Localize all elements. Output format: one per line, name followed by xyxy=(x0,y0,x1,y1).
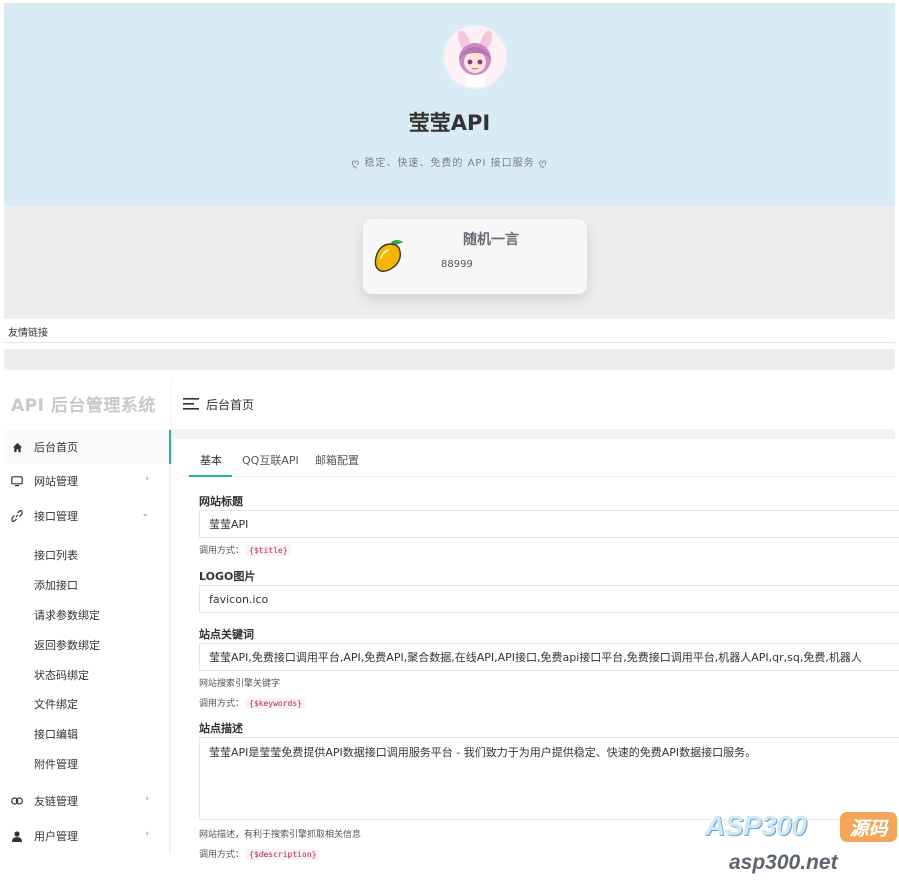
monitor-icon xyxy=(11,475,23,487)
sidebar-item-api-manage[interactable]: 接口管理 ⌄ xyxy=(4,499,171,533)
friend-links-bar: 友情链接 xyxy=(4,319,895,343)
submenu-add-api[interactable]: 添加接口 xyxy=(34,577,78,593)
active-tab-indicator xyxy=(189,475,232,477)
site-subtitle: ღ 稳定、快速、免费的 API 接口服务 ღ xyxy=(351,158,548,169)
sidebar-item-user-manage[interactable]: 用户管理 › xyxy=(4,819,171,853)
tab-qq-connect[interactable]: QQ互联API xyxy=(242,452,299,468)
chevron-down-icon: ⌄ xyxy=(141,509,149,519)
site-avatar[interactable] xyxy=(445,27,505,87)
keywords-code: {$keywords} xyxy=(246,698,305,709)
description-hint: 网站描述，有利于搜索引擎抓取相关信息 xyxy=(199,830,362,840)
sidebar-item-dashboard[interactable]: 后台首页 xyxy=(4,430,171,464)
chain-icon xyxy=(11,795,23,807)
sidebar-item-label: 网站管理 xyxy=(34,475,78,488)
submenu-status-codes[interactable]: 状态码绑定 xyxy=(34,667,89,683)
site-title-label: 网站标题 xyxy=(199,495,243,508)
site-title-usage: 调用方式： {$title} xyxy=(199,543,291,556)
watermark-logo: ASP300 xyxy=(705,810,807,841)
friend-links-label: 友情链接 xyxy=(8,328,48,339)
watermark-badge: 源码 xyxy=(840,812,897,842)
sidebar-item-label: 接口管理 xyxy=(34,510,78,523)
submenu-attachments[interactable]: 附件管理 xyxy=(34,756,78,772)
section-separator xyxy=(4,349,895,370)
keywords-label: 站点关键词 xyxy=(199,628,254,641)
quote-title: 随机一言 xyxy=(463,232,519,248)
tab-basic[interactable]: 基本 xyxy=(200,452,222,468)
quote-text: 88999 xyxy=(441,259,473,270)
keywords-input[interactable]: 莹莹API,免费接口调用平台,API,免费API,聚合数据,在线API,API接… xyxy=(199,643,899,671)
chevron-right-icon: › xyxy=(145,794,149,804)
link-icon xyxy=(11,510,23,522)
sidebar-item-label: 用户管理 xyxy=(34,830,78,843)
hamburger-menu-icon[interactable] xyxy=(183,398,199,410)
sidebar-item-site-manage[interactable]: 网站管理 › xyxy=(4,464,171,498)
submenu-api-edit[interactable]: 接口编辑 xyxy=(34,726,78,742)
tab-email-config[interactable]: 邮箱配置 xyxy=(315,452,359,468)
submenu-return-params[interactable]: 返回参数绑定 xyxy=(34,637,100,653)
watermark-url: asp300.net xyxy=(729,851,838,874)
chevron-right-icon: › xyxy=(145,474,149,484)
hero-banner: 莹莹API ღ 稳定、快速、免费的 API 接口服务 ღ xyxy=(4,3,895,206)
mango-icon xyxy=(374,240,403,273)
keywords-hint: 网站搜索引擎关键字 xyxy=(199,679,281,689)
logo-label: LOGO图片 xyxy=(199,570,256,583)
home-icon xyxy=(11,441,23,453)
user-icon xyxy=(11,830,23,842)
anime-girl-avatar-icon xyxy=(445,27,505,87)
sidebar-item-links-manage[interactable]: 友链管理 › xyxy=(4,784,171,818)
topbar-page-title: 后台首页 xyxy=(206,398,255,412)
admin-brand: API 后台管理系统 xyxy=(11,396,156,416)
sidebar-item-label: 友链管理 xyxy=(34,795,78,808)
description-label: 站点描述 xyxy=(199,722,243,735)
title-code: {$title} xyxy=(246,545,291,556)
settings-tabs: 基本 QQ互联API 邮箱配置 xyxy=(181,439,895,477)
chevron-right-icon: › xyxy=(145,829,149,839)
description-textarea[interactable]: 莹莹API是莹莹免费提供API数据接口调用服务平台 - 我们致力于为用户提供稳定… xyxy=(199,737,899,820)
description-usage: 调用方式： {$description} xyxy=(199,847,320,860)
site-title: 莹莹API xyxy=(408,111,491,135)
keywords-usage: 调用方式： {$keywords} xyxy=(199,696,305,709)
content-background xyxy=(172,429,895,439)
submenu-api-list[interactable]: 接口列表 xyxy=(34,547,78,563)
sidebar-item-label: 后台首页 xyxy=(34,441,78,454)
submenu-request-params[interactable]: 请求参数绑定 xyxy=(34,607,100,623)
header-divider xyxy=(171,380,172,428)
description-code: {$description} xyxy=(246,849,320,860)
sidebar: 后台首页 网站管理 › 接口管理 ⌄ 接口列表 添加接口 请求参数绑定 返回参数… xyxy=(4,428,171,853)
logo-input[interactable]: favicon.ico xyxy=(199,585,899,613)
submenu-file-binding[interactable]: 文件绑定 xyxy=(34,696,78,712)
site-title-input[interactable]: 莹莹API xyxy=(199,510,899,538)
random-quote-card: 随机一言 88999 xyxy=(363,219,587,294)
